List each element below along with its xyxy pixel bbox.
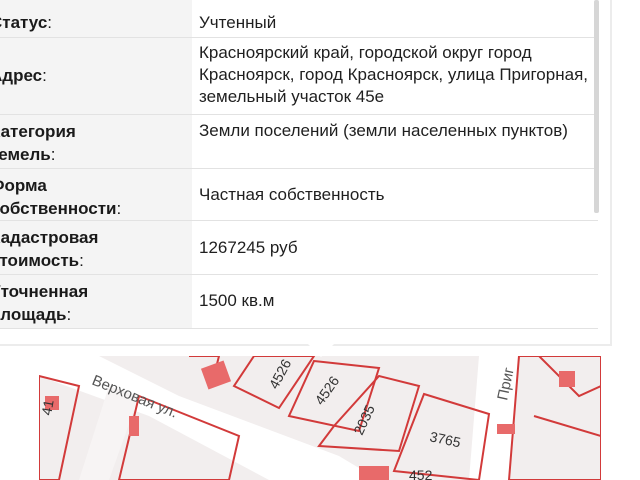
parcel-east-inner2: [533, 415, 601, 437]
parcel-number-452: 452: [409, 467, 433, 480]
address-label: Адрес:: [0, 38, 192, 115]
parcel-number-4526b: 4526: [311, 373, 342, 408]
cadastral-value-colon: :: [79, 251, 84, 270]
land-category-label: Категория земель:: [0, 115, 192, 169]
ownership-label: Форма собственности:: [0, 169, 192, 221]
parcel-number-3765: 3765: [428, 428, 462, 450]
status-label: Статус:: [0, 0, 192, 38]
row-ownership: Форма собственности: Частная собственнос…: [0, 169, 598, 221]
parcel-east[interactable]: [507, 356, 601, 480]
ownership-label-line2: собственности: [0, 199, 117, 218]
land-category-label-line2: земель: [0, 145, 51, 164]
row-cadastral-value: Кадастровая стоимость: 1267245 руб: [0, 221, 598, 275]
cadastral-value-label: Кадастровая стоимость:: [0, 221, 192, 275]
row-address: Адрес: Красноярский край, городской окру…: [0, 38, 598, 115]
row-area: Уточненная площадь: 1500 кв.м: [0, 275, 598, 329]
ownership-label-line1: Форма: [0, 176, 47, 195]
ownership-colon: :: [116, 199, 122, 218]
parcel-41[interactable]: [39, 374, 81, 480]
address-label-text: Адрес: [0, 66, 43, 85]
row-land-category: Категория земель: Земли поселений (земли…: [0, 115, 598, 169]
address-value: Красноярский край, городской округ город…: [192, 38, 598, 115]
parcel-number-4526a: 4526: [266, 356, 295, 391]
land-category-label-line1: Категория: [0, 122, 76, 141]
cadastral-map-svg[interactable]: Верховая ул. Приг 4526 4526 2035 3765 41…: [39, 356, 601, 480]
area-label: Уточненная площадь:: [0, 275, 192, 329]
cadastral-value-value: 1267245 руб: [192, 221, 598, 275]
building-3: [129, 416, 139, 436]
building-5: [497, 424, 515, 434]
area-colon: :: [66, 305, 72, 324]
status-value: Учтенный: [192, 0, 598, 38]
parcel-info-card: Статус: Учтенный Адрес: Красноярский кра…: [0, 0, 612, 346]
parcel-number-41: 41: [39, 398, 57, 416]
status-colon: :: [47, 13, 53, 32]
row-status: Статус: Учтенный: [0, 0, 598, 38]
building-4: [559, 371, 575, 387]
parcel-number-2035: 2035: [350, 402, 378, 437]
building-6: [359, 466, 389, 480]
details-scrollbar[interactable]: [594, 0, 599, 213]
land-category-value: Земли поселений (земли населенных пункто…: [192, 115, 598, 169]
cadastral-map[interactable]: Верховая ул. Приг 4526 4526 2035 3765 41…: [39, 356, 601, 480]
address-colon: :: [42, 66, 47, 85]
cadastral-value-label-line2: стоимость: [0, 251, 80, 270]
status-label-text: Статус: [0, 13, 48, 32]
land-category-colon: :: [50, 145, 56, 164]
area-label-line2: площадь: [0, 305, 67, 324]
area-label-line1: Уточненная: [0, 282, 89, 301]
row-divider: [0, 328, 598, 329]
area-value: 1500 кв.м: [192, 275, 598, 329]
cadastral-value-label-line1: Кадастровая: [0, 228, 99, 247]
map-pointer-notch: [304, 340, 338, 357]
building-1: [200, 360, 232, 390]
ownership-value: Частная собственность: [192, 169, 598, 221]
